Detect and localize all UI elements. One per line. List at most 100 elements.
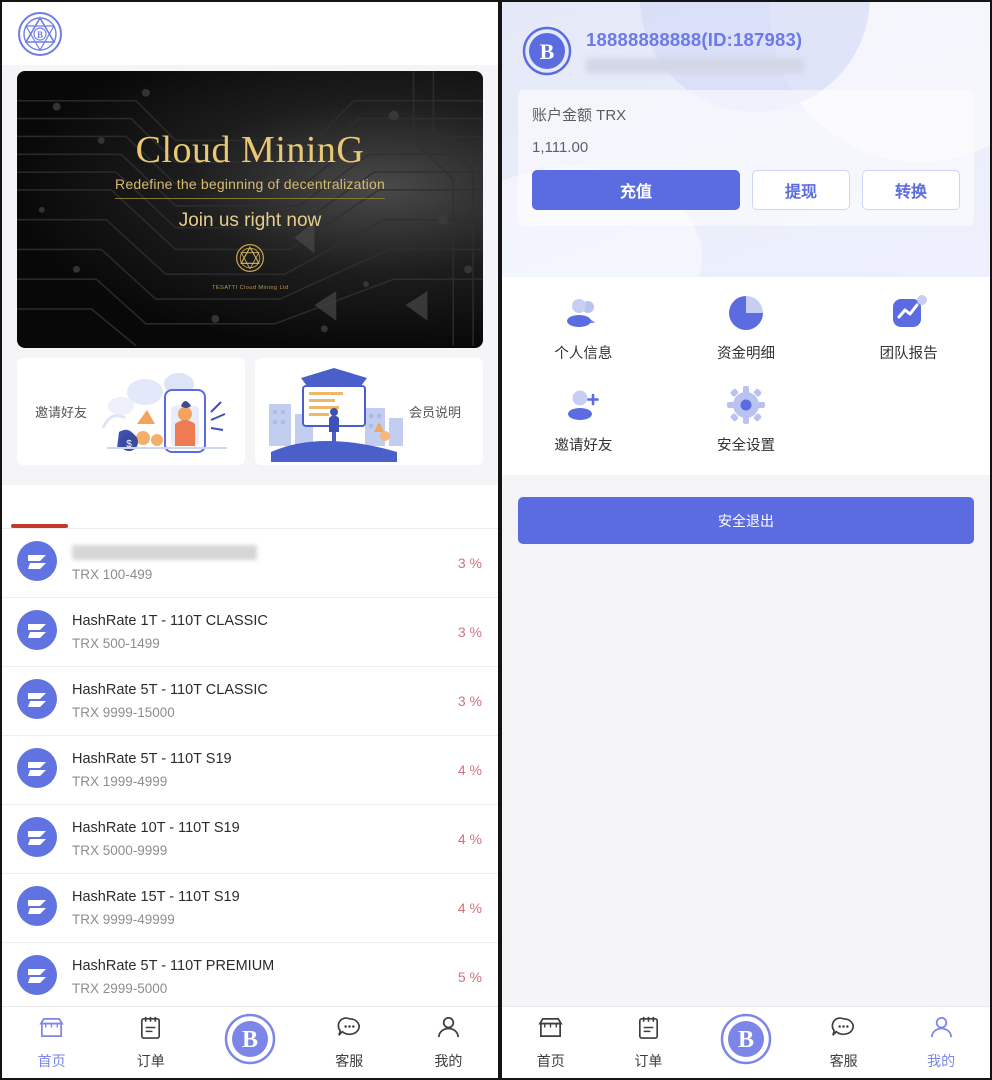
users-icon [563,293,603,333]
product-name [72,544,257,560]
user-add-icon [563,385,603,425]
tabbar-label: 首页 [536,1053,565,1069]
promo-card-row: 邀请好友 $ 会员说明 [2,348,498,477]
banner-cta: Join us right now [178,210,322,231]
menu-item-invite-friends[interactable]: 邀请好友 [502,385,665,455]
bottom-tabbar: 首页 订单 B 客服 我的 [502,1006,990,1078]
table-row[interactable]: HashRate 5T - 110T PREMIUM TRX 2999-5000… [2,943,498,1012]
tabbar-label: 订单 [634,1053,663,1069]
menu-label: 安全设置 [716,438,775,454]
menu-item-team-report[interactable]: 团队报告 [827,293,990,363]
coin-token-icon [16,954,58,1001]
product-text: HashRate 15T - 110T S19 TRX 9999-49999 [72,889,448,927]
promo-banner[interactable]: Cloud MininG Redefine the beginning of d… [17,71,483,348]
tabbar-item-center[interactable]: B [697,1007,795,1078]
tabbar-item-home[interactable]: 首页 [502,1007,600,1078]
product-rate: 3 % [457,693,482,709]
banner-title: Cloud MininG [135,129,365,171]
tabbar-item-orders[interactable]: 订单 [101,1007,200,1078]
table-row[interactable]: HashRate 1T - 110T CLASSIC TRX 500-1499 … [2,598,498,667]
tabbar-item-profile[interactable]: 我的 [399,1007,498,1078]
bitcoin-center-icon[interactable]: B [719,1013,772,1065]
tabbar-item-orders[interactable]: 订单 [600,1007,698,1078]
tabbar-label: 客服 [335,1053,364,1069]
product-text: HashRate 5T - 110T PREMIUM TRX 2999-5000 [72,958,448,996]
product-rate: 3 % [457,555,482,571]
product-text: HashRate 5T - 110T S19 TRX 1999-4999 [72,751,448,789]
right-phone-screen: B 18888888888(ID:187983) 账户金额 TRX 1,111.… [500,0,992,1080]
order-clipboard-icon [137,1014,164,1046]
support-chat-icon [830,1014,857,1046]
coin-token-icon [16,747,58,794]
svg-text:B: B [738,1027,754,1053]
table-row[interactable]: HashRate 15T - 110T S19 TRX 9999-49999 4… [2,874,498,943]
tabbar-label: 首页 [37,1053,66,1069]
convert-button[interactable]: 转换 [862,170,960,210]
profile-menu-grid: 个人信息 资金明细 团队报告 邀请好友 安全设置 [502,277,990,475]
promo-card-invite[interactable]: 邀请好友 $ [17,358,245,465]
product-text: HashRate 10T - 110T S19 TRX 5000-9999 [72,820,448,858]
balance-actions: 充值 提现 转换 [532,170,960,210]
order-clipboard-icon [635,1014,662,1046]
product-text: TRX 100-499 [72,544,448,582]
page-background [502,574,990,1006]
tabbar-item-support[interactable]: 客服 [795,1007,893,1078]
product-name: HashRate 15T - 110T S19 [72,889,240,905]
trend-report-icon [889,293,929,333]
gear-icon [726,385,766,425]
product-rate: 5 % [457,969,482,985]
product-name: HashRate 5T - 110T PREMIUM [72,958,275,974]
invite-friends-illustration: $ [101,373,227,453]
app-logo-icon: B [16,10,64,58]
table-row[interactable]: TRX 100-499 3 % [2,529,498,598]
pie-chart-icon [726,293,766,333]
banner-subtitle: Redefine the beginning of decentralizati… [115,176,385,199]
tabbar-label: 订单 [136,1053,165,1069]
menu-item-personal-info[interactable]: 个人信息 [502,293,665,363]
svg-text:B: B [540,39,555,64]
menu-item-fund-details[interactable]: 资金明细 [665,293,828,363]
logout-button[interactable]: 安全退出 [518,497,974,544]
menu-label: 团队报告 [879,346,938,362]
bitcoin-avatar-icon[interactable]: B [522,26,572,76]
coin-token-icon [16,678,58,725]
product-range: TRX 5000-9999 [72,843,168,858]
table-row[interactable]: HashRate 10T - 110T S19 TRX 5000-9999 4 … [2,805,498,874]
menu-label: 资金明细 [716,346,775,362]
product-range: TRX 500-1499 [72,636,160,651]
banner-section: Cloud MininG Redefine the beginning of d… [2,65,498,348]
account-phone-id: 18888888888(ID:187983) [586,29,803,50]
account-name-redacted [586,58,804,73]
profile-person-icon [928,1014,955,1046]
product-range: TRX 9999-15000 [72,705,175,720]
product-range: TRX 9999-49999 [72,912,175,927]
balance-label: 账户金额 TRX [532,107,627,124]
home-shop-icon [537,1014,564,1046]
identity-texts: 18888888888(ID:187983) [586,29,804,73]
promo-card-member-info[interactable]: 会员说明 [255,358,483,465]
dual-phone-screenshot: B Cloud MininG Redefine the beginning of… [0,0,992,1080]
table-row[interactable]: HashRate 5T - 110T CLASSIC TRX 9999-1500… [2,667,498,736]
tabbar-item-profile[interactable]: 我的 [892,1007,990,1078]
recharge-button[interactable]: 充值 [532,170,740,210]
coin-token-icon [16,609,58,656]
profile-identity: B 18888888888(ID:187983) [502,2,990,76]
bitcoin-center-icon[interactable]: B [224,1013,276,1065]
tabbar-item-home[interactable]: 首页 [2,1007,101,1078]
tabbar-label: 我的 [927,1053,956,1069]
product-range: TRX 1999-4999 [72,774,168,789]
product-name: HashRate 5T - 110T S19 [72,751,232,767]
promo-card-label: 会员说明 [408,405,461,420]
coin-token-icon [16,816,58,863]
product-tab-strip[interactable] [2,485,498,529]
table-row[interactable]: HashRate 5T - 110T S19 TRX 1999-4999 4 % [2,736,498,805]
logout-section: 安全退出 [502,475,990,544]
tabbar-item-center[interactable]: B [200,1007,299,1078]
product-name: HashRate 10T - 110T S19 [72,820,240,836]
support-chat-icon [336,1014,363,1046]
withdraw-button[interactable]: 提现 [752,170,850,210]
tabbar-item-support[interactable]: 客服 [300,1007,399,1078]
balance-card: 账户金额 TRX 1,111.00 充值 提现 转换 [518,90,974,226]
promo-card-label: 邀请好友 [35,405,88,420]
menu-item-security-settings[interactable]: 安全设置 [665,385,828,455]
